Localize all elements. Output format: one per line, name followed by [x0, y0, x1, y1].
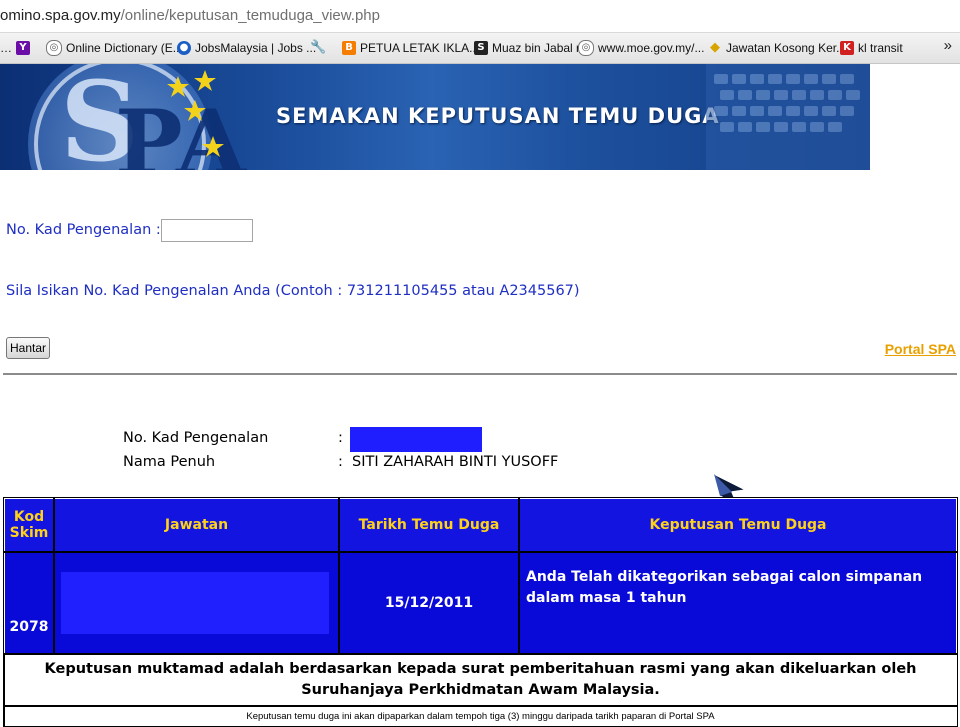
bookmark-yahoo[interactable]: … Y [0, 33, 30, 63]
final-decision-note: Keputusan muktamad adalah berdasarkan ke… [3, 653, 958, 707]
applicant-ic-label: No. Kad Pengenalan [123, 430, 269, 446]
keyboard-graphic-icon [706, 64, 870, 170]
cell-jawatan [53, 551, 340, 655]
bookmark-label: Jawatan Kosong Ker... [726, 41, 847, 55]
bookmarks-bar: … Y ◎ Online Dictionary (E... ● JobsMala… [0, 33, 960, 64]
jobsmalaysia-icon: ● [177, 41, 191, 55]
ic-number-input[interactable] [161, 219, 253, 242]
bookmarks-overflow-chevron-icon[interactable]: » [944, 33, 952, 59]
bookmark-wrench[interactable]: 🔧 [310, 33, 327, 63]
results-table: Kod Skim Jawatan Tarikh Temu Duga Keputu… [3, 497, 958, 727]
blogger-icon: B [342, 41, 356, 55]
submit-button[interactable]: Hantar [6, 337, 50, 359]
bookmark-label: JobsMalaysia | Jobs ... [195, 41, 317, 55]
k-icon: K [840, 41, 854, 55]
ic-hint-text: Sila Isikan No. Kad Pengenalan Anda (Con… [6, 283, 580, 299]
svg-text:PA: PA [115, 90, 247, 170]
section-divider [3, 373, 957, 375]
applicant-ic-colon: : [338, 430, 343, 446]
cell-keputusan: Anda Telah dikategorikan sebagai calon s… [518, 551, 958, 655]
redacted-ic-value [350, 427, 482, 452]
table-note-row: Keputusan muktamad adalah berdasarkan ke… [3, 653, 958, 707]
ic-number-label: No. Kad Pengenalan : [6, 222, 161, 238]
globe-icon: ◎ [46, 40, 62, 56]
bookmark-muaz[interactable]: S Muaz bin Jabal r [474, 33, 580, 63]
spa-logo-icon: S PA [28, 64, 247, 170]
applicant-name-label: Nama Penuh [123, 454, 216, 470]
globe-icon: ◎ [578, 40, 594, 56]
bookmark-label: PETUA LETAK IKLA... [360, 41, 480, 55]
scribd-icon: S [474, 41, 488, 55]
bookmark-label: Muaz bin Jabal r [492, 41, 581, 55]
bookmark-petua[interactable]: B PETUA LETAK IKLA... [342, 33, 479, 63]
bookmark-label: Online Dictionary (E... [66, 41, 183, 55]
applicant-name-colon: : [338, 454, 343, 470]
tag-icon: ◆ [710, 40, 720, 55]
table-row: 2078 15/12/2011 Anda Telah dikategorikan… [3, 551, 958, 655]
header-jawatan: Jawatan [53, 497, 340, 553]
banner-right-edge [870, 64, 960, 170]
bookmark-online-dictionary[interactable]: ◎ Online Dictionary (E... [46, 33, 183, 63]
portal-spa-link[interactable]: Portal SPA [885, 341, 956, 357]
cell-kod-skim: 2078 [3, 551, 55, 655]
bookmark-moe[interactable]: ◎ www.moe.gov.my/... [578, 33, 704, 63]
url-host: omino.spa.gov.my [0, 7, 121, 24]
bookmark-jobsmalaysia[interactable]: ● JobsMalaysia | Jobs ... [177, 33, 316, 63]
table-header-row: Kod Skim Jawatan Tarikh Temu Duga Keputu… [3, 497, 958, 553]
display-period-note: Keputusan temu duga ini akan dipaparkan … [3, 704, 958, 727]
wrench-icon: 🔧 [310, 40, 327, 55]
header-keputusan-temu-duga: Keputusan Temu Duga [518, 497, 958, 553]
header-tarikh-temu-duga: Tarikh Temu Duga [338, 497, 520, 553]
url-path: /online/keputusan_temuduga_view.php [120, 7, 380, 24]
bookmark-kl-transit[interactable]: K kl transit [840, 33, 903, 63]
banner-title: SEMAKAN KEPUTUSAN TEMU DUGA [276, 104, 720, 128]
cell-tarikh: 15/12/2011 [338, 551, 520, 655]
bookmark-label: www.moe.gov.my/... [598, 41, 705, 55]
table-footer-row: Keputusan temu duga ini akan dipaparkan … [3, 704, 958, 727]
applicant-name-value: SITI ZAHARAH BINTI YUSOFF [352, 454, 559, 470]
bookmark-label: kl transit [858, 41, 903, 55]
bookmark-jawatan[interactable]: ◆ Jawatan Kosong Ker... [708, 33, 846, 63]
yahoo-icon: Y [16, 41, 30, 55]
redacted-jawatan [61, 572, 329, 634]
address-bar[interactable]: omino.spa.gov.my/online/keputusan_temudu… [0, 0, 960, 33]
spa-banner: S PA SEMAKAN KEPUTUSAN TEMU DUGA [0, 64, 960, 170]
header-kod-skim: Kod Skim [3, 497, 55, 553]
